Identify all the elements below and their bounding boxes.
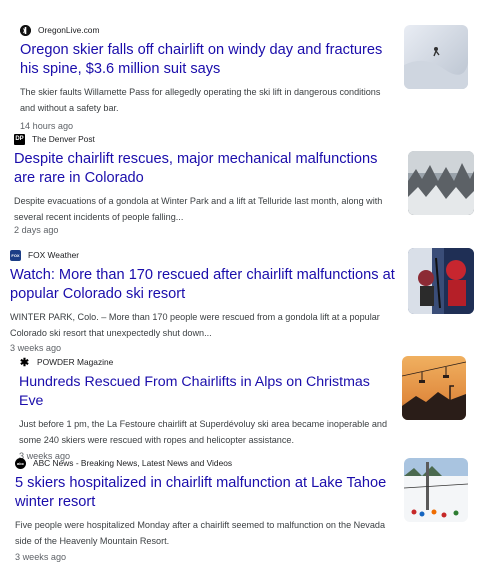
source-row: FOX FOX Weather — [10, 248, 395, 262]
article-thumbnail[interactable] — [408, 248, 474, 314]
article-time: 3 weeks ago — [10, 343, 62, 353]
source-name[interactable]: The Denver Post — [32, 134, 95, 144]
article-snippet: Five people were hospitalized Monday aft… — [15, 520, 386, 546]
article-snippet: WINTER PARK, Colo. – More than 170 peopl… — [10, 312, 380, 338]
article-thumbnail[interactable] — [402, 356, 466, 420]
news-card[interactable]: OregonLive.com Oregon skier falls off ch… — [20, 23, 390, 131]
oregonlive-icon — [20, 24, 31, 36]
article-thumbnail[interactable] — [404, 458, 468, 522]
article-time: 14 hours ago — [20, 121, 74, 131]
source-row: OregonLive.com — [20, 23, 390, 37]
source-name[interactable]: ABC News - Breaking News, Latest News an… — [33, 458, 232, 468]
source-row: abc ABC News - Breaking News, Latest New… — [15, 456, 400, 470]
news-card[interactable]: DP The Denver Post Despite chairlift res… — [14, 132, 399, 235]
article-snippet: Just before 1 pm, the La Festoure chairl… — [19, 419, 388, 445]
article-title[interactable]: Hundreds Rescued From Chairlifts in Alps… — [19, 373, 394, 410]
article-thumbnail[interactable] — [404, 25, 468, 89]
article-title[interactable]: Watch: More than 170 rescued after chair… — [10, 266, 395, 303]
news-card[interactable]: abc ABC News - Breaking News, Latest New… — [15, 456, 400, 562]
article-title[interactable]: Despite chairlift rescues, major mechani… — [14, 150, 399, 187]
fox-weather-icon: FOX — [10, 249, 21, 261]
source-name[interactable]: FOX Weather — [28, 250, 79, 260]
source-row: DP The Denver Post — [14, 132, 399, 146]
article-time: 3 weeks ago — [15, 552, 67, 562]
news-card[interactable]: ✱ POWDER Magazine Hundreds Rescued From … — [19, 355, 394, 462]
source-name[interactable]: OregonLive.com — [38, 25, 99, 35]
asterisk-icon: ✱ — [19, 356, 30, 368]
article-thumbnail[interactable] — [408, 151, 474, 215]
article-snippet: Despite evacuations of a gondola at Wint… — [14, 196, 383, 222]
article-time: 2 days ago — [14, 225, 59, 235]
article-title[interactable]: 5 skiers hospitalized in chairlift malfu… — [15, 474, 400, 511]
article-snippet: The skier faults Willamette Pass for all… — [20, 87, 381, 113]
news-card[interactable]: FOX FOX Weather Watch: More than 170 res… — [10, 248, 395, 353]
source-row: ✱ POWDER Magazine — [19, 355, 394, 369]
denver-post-icon: DP — [14, 133, 25, 145]
source-name[interactable]: POWDER Magazine — [37, 357, 113, 367]
article-title[interactable]: Oregon skier falls off chairlift on wind… — [20, 41, 390, 78]
abc-news-icon: abc — [15, 457, 26, 469]
